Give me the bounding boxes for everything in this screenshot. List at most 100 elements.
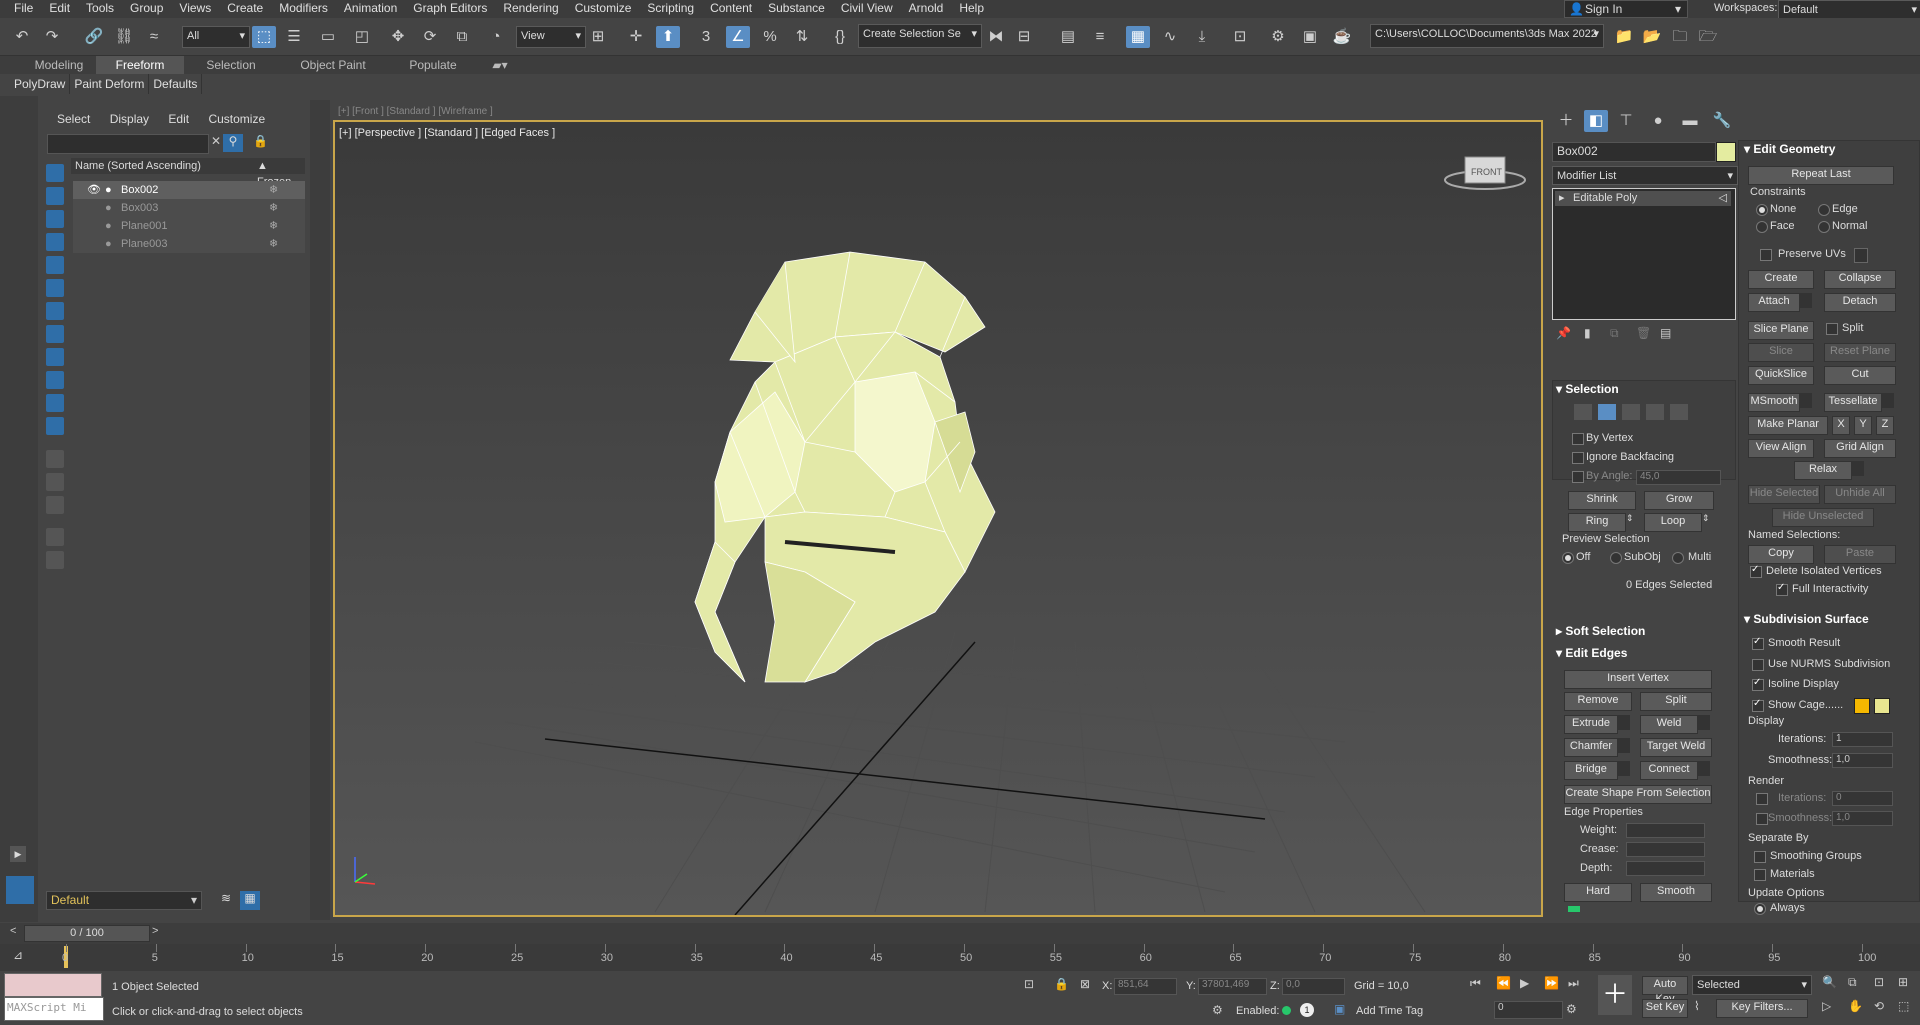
remove-button[interactable]: Remove [1564,692,1632,711]
unlink-icon[interactable]: ⛓ [112,26,136,48]
smoothness-spinner[interactable]: 1,0 [1832,753,1893,768]
planar-x-button[interactable]: X [1832,416,1850,435]
grid-align-button[interactable]: Grid Align [1824,439,1896,458]
curve-editor-mini-icon[interactable]: ⊿ [4,948,32,964]
reference-coordinate-dropdown[interactable]: View ▾ [516,26,586,48]
track-bar[interactable]: ⊿ 0 5 10 15 20 25 30 35 40 45 50 55 60 65 70 75 80 85 90 95… [0,944,1920,971]
selection-lock-icon[interactable]: 🔒 [1054,977,1069,991]
col-name[interactable]: Name (Sorted Ascending) [75,158,201,174]
preserve-uvs-settings-icon[interactable] [1854,248,1868,263]
key-mode-dropdown[interactable]: Selected ▾ [1692,975,1812,995]
by-vertex-checkbox[interactable] [1572,433,1584,445]
polygon-mode-icon[interactable] [1646,404,1664,420]
connect-button[interactable]: Connect [1640,761,1698,780]
layer-explorer-toggle-icon[interactable]: ▦ [240,891,260,910]
expand-icon[interactable]: ▸ [1559,191,1565,206]
constraint-face-radio[interactable] [1756,221,1768,233]
freeze-icon[interactable]: ❄ [269,181,278,199]
menu-rendering[interactable]: Rendering [495,0,566,17]
preview-multi-radio[interactable] [1672,552,1684,564]
make-planar-button[interactable]: Make Planar [1748,416,1828,435]
eye-icon[interactable]: 👁 [87,181,101,199]
preview-off-radio[interactable] [1562,552,1574,564]
project-browse-icon[interactable]: 📂 [1640,26,1664,48]
split-button[interactable]: Split [1640,692,1712,711]
align-icon[interactable]: ⊟ [1012,26,1036,48]
render-production-icon[interactable]: ☕ [1330,26,1354,48]
menu-file[interactable]: File [6,0,41,17]
delete-isolated-checkbox[interactable] [1750,564,1762,578]
soft-selection-rollout-title[interactable]: ▸ Soft Selection [1556,624,1645,638]
constraint-normal-radio[interactable] [1818,221,1830,233]
relax-settings-icon[interactable] [1852,461,1864,476]
collapse-button[interactable]: Collapse [1824,270,1896,289]
menu-views[interactable]: Views [171,0,219,17]
edit-geometry-rollout-title[interactable]: ▾ Edit Geometry [1744,142,1835,156]
detach-button[interactable]: Detach [1824,293,1896,312]
previous-frame-icon[interactable]: ⏪ [1496,976,1511,990]
bridge-button[interactable]: Bridge [1564,761,1618,780]
hierarchy-tab-icon[interactable]: ⊤ [1614,110,1638,132]
depth-spinner[interactable] [1626,861,1705,876]
placement-icon[interactable]: ◔ [484,26,508,48]
chamfer-button[interactable]: Chamfer [1564,738,1618,757]
ribbon-polydraw[interactable]: PolyDraw [10,74,71,94]
ribbon-paint-deform[interactable]: Paint Deform [70,74,150,94]
bind-space-warp-icon[interactable]: ≈ [142,26,166,48]
menu-group[interactable]: Group [122,0,171,17]
edit-named-selection-icon[interactable]: {} [828,26,852,48]
auto-key-button[interactable]: Auto Key [1642,976,1688,1005]
lock-icon[interactable]: 🔒 [253,134,268,148]
menu-arnold[interactable]: Arnold [901,0,952,17]
tab-freeform[interactable]: Freeform [96,56,184,74]
render-setup-icon[interactable]: ⚙ [1266,26,1290,48]
selection-filter-dropdown[interactable]: All ▾ [182,26,250,48]
project-settings-icon[interactable]: 🗁 [1696,26,1720,48]
edit-edges-rollout-title[interactable]: ▾ Edit Edges [1556,646,1627,660]
ribbon-defaults[interactable]: Defaults [149,74,203,94]
show-end-result-icon[interactable]: ▮ [1584,326,1591,340]
edge-mode-icon[interactable] [1598,404,1616,420]
pin-stack-icon[interactable]: 📌 [1556,326,1571,340]
y-coordinate-field[interactable]: 37801,469 [1198,978,1267,995]
project-path-dropdown[interactable]: C:\Users\COLLOC\Documents\3ds Max 2022 ▾ [1370,24,1604,48]
spinner-snap-icon[interactable]: ⇅ [790,26,814,48]
z-coordinate-field[interactable]: 0,0 [1282,978,1345,995]
field-of-view-icon[interactable]: ▷ [1822,999,1831,1013]
redo-icon[interactable]: ↷ [40,26,64,48]
display-hard-edges-color[interactable] [1568,906,1580,912]
key-filters-button[interactable]: Key Filters... [1716,999,1808,1018]
tab-modeling[interactable]: Modeling [26,56,92,74]
render-iterations-spinner[interactable]: 0 [1832,791,1893,806]
slice-button[interactable]: Slice [1748,343,1814,362]
loop-spinner-icon[interactable]: ⇕ [1702,513,1710,524]
list-item[interactable]: ● Plane001 ❄ [73,217,305,235]
vertex-mode-icon[interactable] [1574,404,1592,420]
insert-vertex-button[interactable]: Insert Vertex [1564,670,1712,689]
enabled-indicator[interactable] [1282,1006,1291,1015]
percent-snap-icon[interactable]: % [758,26,782,48]
play-icon[interactable]: ▶ [10,846,26,862]
display-tab-icon[interactable]: ▬ [1678,110,1702,132]
cage-color-swatch[interactable] [1854,698,1870,714]
adaptive-degradation-icon[interactable]: ⚙ [1212,1003,1223,1017]
unhide-all-button[interactable]: Unhide All [1824,485,1896,504]
crease-spinner[interactable] [1626,842,1705,857]
paste-button[interactable]: Paste [1824,545,1896,564]
smooth-result-checkbox[interactable] [1752,636,1764,650]
rect-selection-region-icon[interactable]: ▭ [316,26,340,48]
absolute-mode-icon[interactable]: ⊠ [1080,977,1090,991]
constraint-none-radio[interactable] [1756,204,1768,216]
curve-editor-icon[interactable]: ∿ [1158,26,1182,48]
constraint-edge-radio[interactable] [1818,204,1830,216]
maxscript-input[interactable]: MAXScript Mi [4,997,104,1021]
hide-selected-button[interactable]: Hide Selected [1748,485,1820,504]
render-smoothness-spinner[interactable]: 1,0 [1832,811,1893,826]
chamfer-settings-icon[interactable] [1618,738,1630,753]
element-mode-icon[interactable] [1670,404,1688,420]
extrude-settings-icon[interactable] [1618,715,1630,730]
menu-help[interactable]: Help [951,0,992,17]
explorer-menu-select[interactable]: Select [57,112,90,126]
info-icon[interactable]: 1 [1300,1003,1314,1017]
close-icon[interactable]: ✕ [211,134,221,148]
